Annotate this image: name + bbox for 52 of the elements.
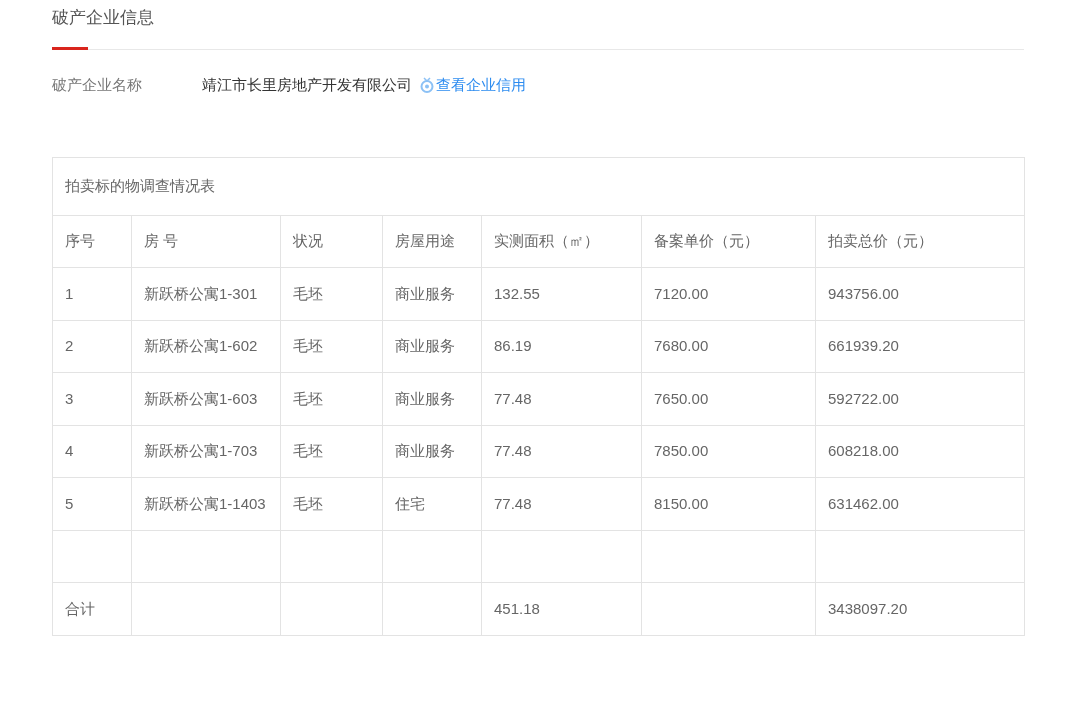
table-cell: 7850.00 bbox=[641, 425, 816, 478]
field-label: 破产企业名称 bbox=[52, 75, 143, 95]
credit-link[interactable]: 查看企业信用 bbox=[436, 74, 526, 97]
table-cell: 943756.00 bbox=[815, 267, 1025, 320]
table-cell: 661939.20 bbox=[815, 320, 1025, 373]
table-cell: 1 bbox=[52, 267, 132, 320]
table-cell: 新跃桥公寓1-301 bbox=[131, 267, 281, 320]
column-header: 备案单价（元） bbox=[641, 215, 816, 268]
active-underline bbox=[52, 47, 88, 50]
company-name: 靖江市长里房地产开发有限公司 bbox=[202, 75, 412, 95]
table-cell: 77.48 bbox=[481, 372, 642, 425]
table-cell: 132.55 bbox=[481, 267, 642, 320]
column-header: 房 号 bbox=[131, 215, 281, 268]
table-cell: 新跃桥公寓1-703 bbox=[131, 425, 281, 478]
section-title: 破产企业信息 bbox=[52, 7, 154, 26]
table-cell: 商业服务 bbox=[382, 372, 482, 425]
table-cell: 毛坯 bbox=[280, 267, 383, 320]
table-caption: 拍卖标的物调查情况表 bbox=[52, 157, 1025, 215]
table-cell: 商业服务 bbox=[382, 320, 482, 373]
column-header: 拍卖总价（元） bbox=[815, 215, 1025, 268]
table-cell: 8150.00 bbox=[641, 477, 816, 530]
table-cell: 77.48 bbox=[481, 477, 642, 530]
table-cell: 631462.00 bbox=[815, 477, 1025, 530]
table-cell: 3438097.20 bbox=[815, 582, 1025, 635]
table-cell: 新跃桥公寓1-603 bbox=[131, 372, 281, 425]
table-cell: 4 bbox=[52, 425, 132, 478]
column-header: 序号 bbox=[52, 215, 132, 268]
table-cell: 毛坯 bbox=[280, 425, 383, 478]
table-cell: 商业服务 bbox=[382, 267, 482, 320]
column-header: 实测面积（㎡） bbox=[481, 215, 642, 268]
table-cell: 2 bbox=[52, 320, 132, 373]
table-cell: 5 bbox=[52, 477, 132, 530]
table-cell: 商业服务 bbox=[382, 425, 482, 478]
table-cell: 新跃桥公寓1-602 bbox=[131, 320, 281, 373]
table-cell: 7650.00 bbox=[641, 372, 816, 425]
column-header: 状况 bbox=[280, 215, 383, 268]
table-cell: 住宅 bbox=[382, 477, 482, 530]
table-cell: 86.19 bbox=[481, 320, 642, 373]
column-header: 房屋用途 bbox=[382, 215, 482, 268]
table-cell: 毛坯 bbox=[280, 372, 383, 425]
table-cell: 7120.00 bbox=[641, 267, 816, 320]
table-cell: 毛坯 bbox=[280, 477, 383, 530]
total-label: 合计 bbox=[52, 582, 132, 635]
table-cell: 7680.00 bbox=[641, 320, 816, 373]
table-cell: 608218.00 bbox=[815, 425, 1025, 478]
table-cell: 592722.00 bbox=[815, 372, 1025, 425]
badge-icon bbox=[420, 77, 434, 94]
table-cell: 毛坯 bbox=[280, 320, 383, 373]
table-cell: 77.48 bbox=[481, 425, 642, 478]
table-cell: 3 bbox=[52, 372, 132, 425]
table-cell: 451.18 bbox=[481, 582, 642, 635]
table-cell: 新跃桥公寓1-1403 bbox=[131, 477, 281, 530]
